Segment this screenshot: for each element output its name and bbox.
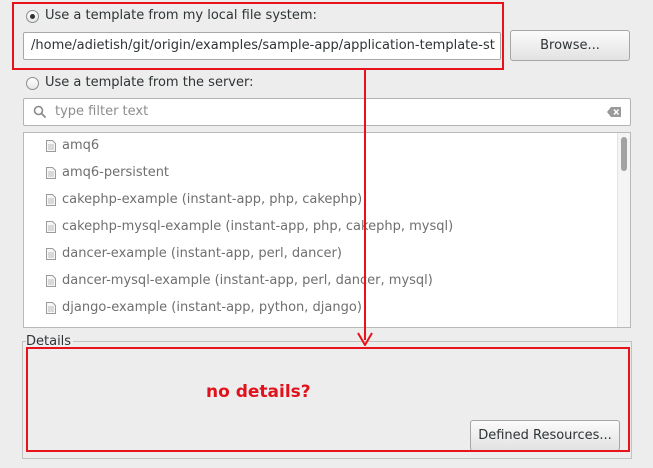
annotation-box-details xyxy=(26,347,630,452)
scrollbar-thumb[interactable] xyxy=(621,137,627,171)
filter-placeholder: type filter text xyxy=(55,104,149,119)
document-icon xyxy=(46,194,56,206)
template-list[interactable]: amq6 amq6-persistent cakephp-example (in… xyxy=(23,132,631,328)
list-scrollbar[interactable] xyxy=(617,133,630,327)
document-icon xyxy=(46,221,56,233)
document-icon xyxy=(46,167,56,179)
list-item-label: amq6-persistent xyxy=(62,165,170,180)
annotation-note: no details? xyxy=(206,382,311,402)
annotation-box-local xyxy=(12,2,504,70)
list-item-label: dancer-mysql-example (instant-app, perl,… xyxy=(62,273,433,288)
clear-icon[interactable] xyxy=(606,106,622,118)
browse-button[interactable]: Browse... xyxy=(510,30,630,61)
list-item-label: django-example (instant-app, python, dja… xyxy=(62,300,362,315)
document-icon xyxy=(46,275,56,287)
list-item-label: amq6 xyxy=(62,138,100,153)
server-template-radio[interactable] xyxy=(26,77,39,90)
document-icon xyxy=(46,140,56,152)
list-item-label: cakephp-example (instant-app, php, cakep… xyxy=(62,192,363,207)
arrow-head-icon xyxy=(357,332,373,346)
document-icon xyxy=(46,302,56,314)
document-icon xyxy=(46,248,56,260)
template-filter-input[interactable]: type filter text xyxy=(23,98,631,126)
annotation-arrow-line xyxy=(364,70,366,340)
server-template-label: Use a template from the server: xyxy=(45,75,254,90)
list-item-label: dancer-example (instant-app, perl, dance… xyxy=(62,246,342,261)
search-icon xyxy=(33,105,47,119)
list-item-label: cakephp-mysql-example (instant-app, php,… xyxy=(62,219,454,234)
